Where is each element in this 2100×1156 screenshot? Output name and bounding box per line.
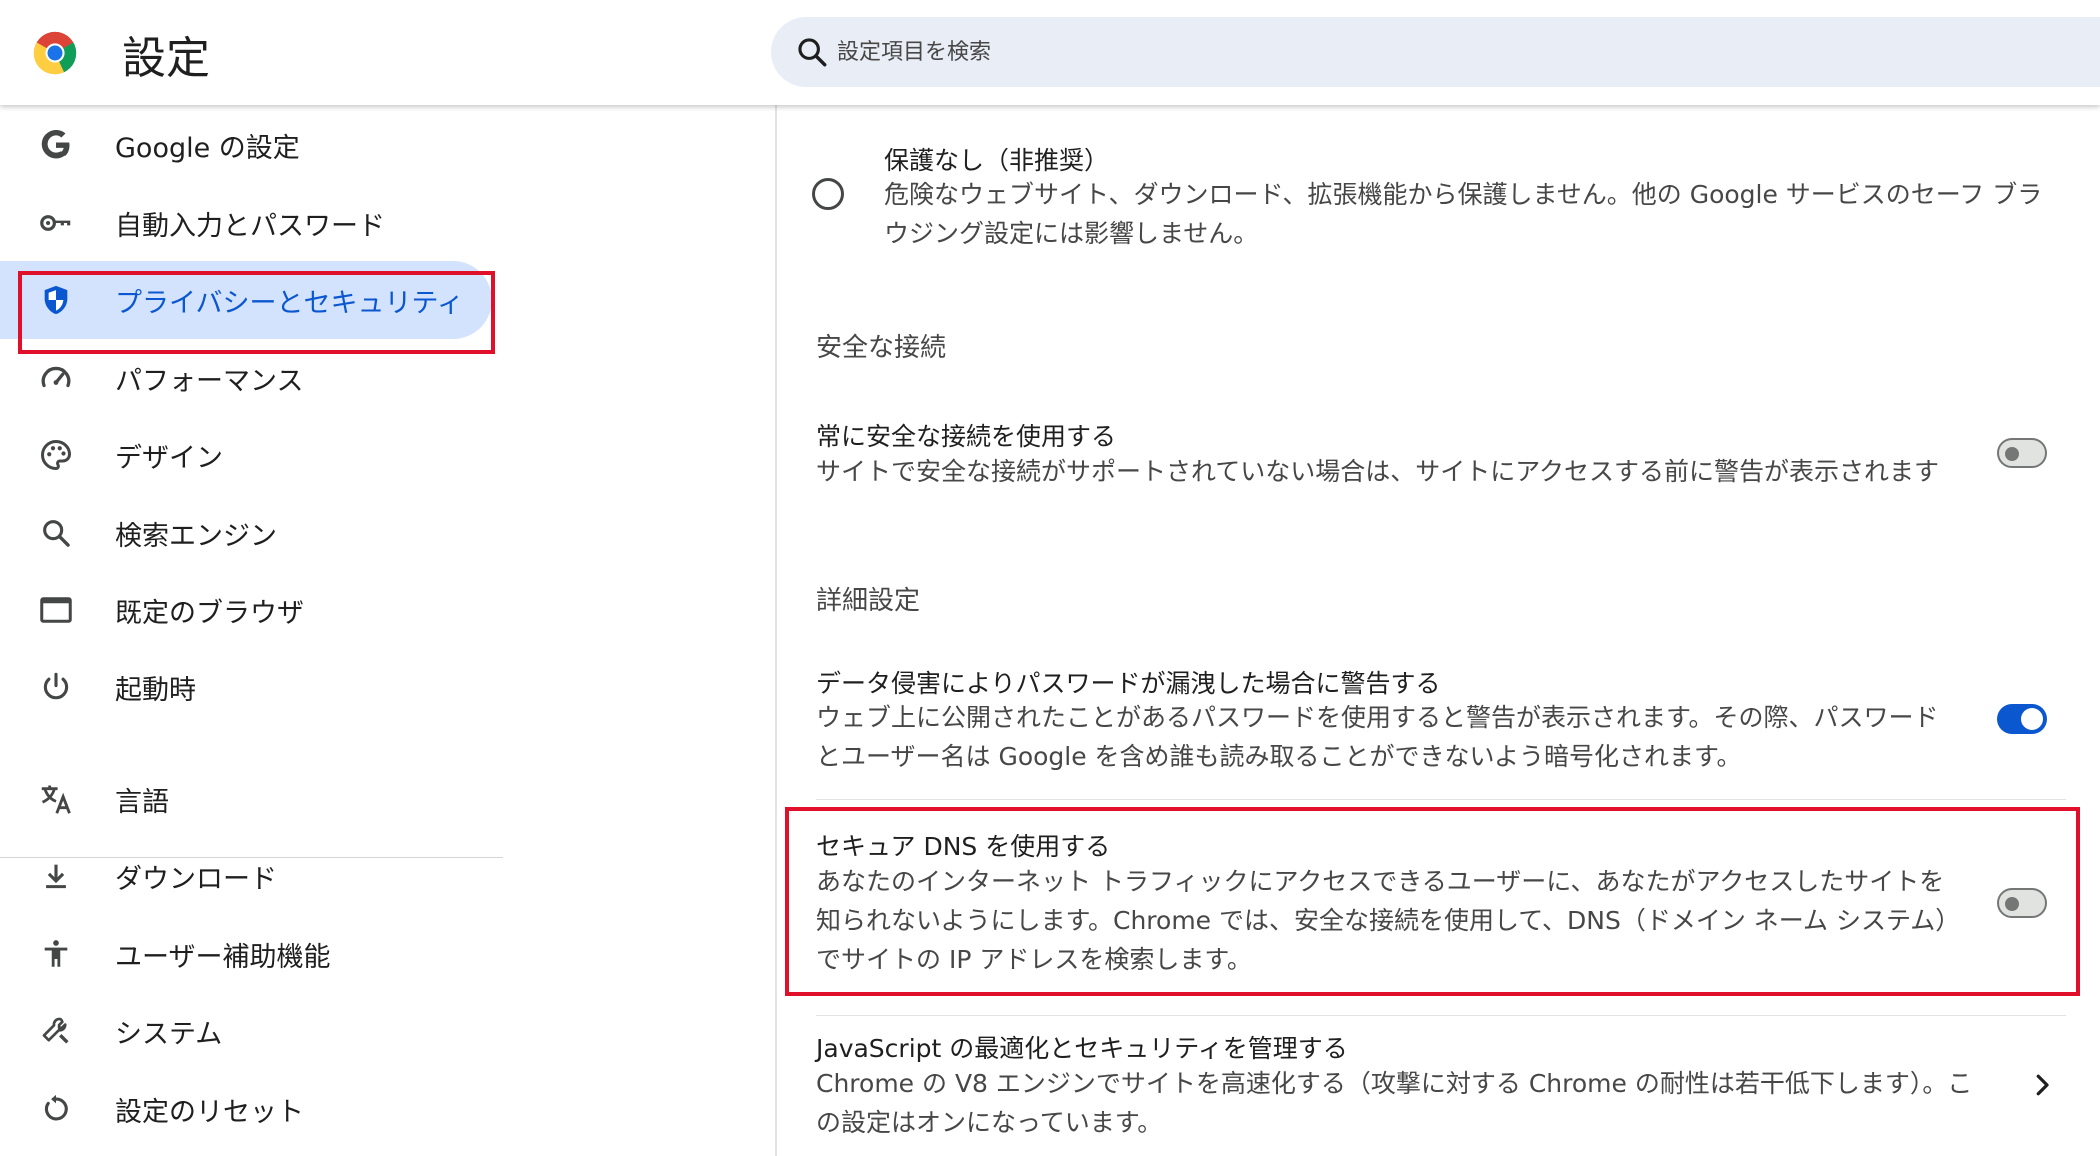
sidebar-item-label: Google の設定	[115, 132, 300, 164]
shield-icon	[36, 280, 76, 320]
sidebar-item-label: 既定のブラウザ	[115, 597, 304, 629]
password-leak-toggle[interactable]	[1997, 704, 2047, 734]
sidebar-item-design[interactable]: デザイン	[0, 416, 503, 494]
chevron-right-icon[interactable]	[2027, 1070, 2057, 1100]
secure-dns-desc-line2: 知られないようにします。Chrome では、安全な接続を使用して、DNS（ドメイ…	[816, 906, 1961, 935]
main-panel: 保護なし（非推奨） 危険なウェブサイト、ダウンロード、拡張機能から保護しません。…	[775, 105, 2100, 1156]
sidebar-item-downloads[interactable]: ダウンロード	[0, 837, 503, 915]
sidebar-item-label: 起動時	[115, 674, 196, 706]
browser-window-icon	[36, 590, 76, 630]
search-icon	[798, 38, 827, 67]
wrench-icon	[36, 1011, 76, 1051]
no-protection-desc-line2: ウジング設定には影響しません。	[884, 219, 1259, 248]
sidebar-item-label: ダウンロード	[115, 863, 277, 895]
section-heading-advanced: 詳細設定	[816, 586, 921, 616]
page-title: 設定	[122, 33, 210, 84]
always-secure-title: 常に安全な接続を使用する	[816, 422, 1117, 451]
password-leak-desc-line2: とユーザー名は Google を含め誰も読み取ることができないよう暗号化されます…	[816, 742, 1742, 771]
accessibility-icon	[36, 934, 76, 974]
sidebar-item-label: 言語	[115, 786, 169, 818]
secure-dns-desc-line1: あなたのインターネット トラフィックにアクセスできるユーザーに、あなたがアクセス…	[816, 867, 1945, 896]
speedometer-icon	[36, 358, 76, 398]
toggle-knob	[2005, 447, 2019, 461]
sidebar-item-label: ユーザー補助機能	[115, 941, 331, 973]
key-icon	[36, 203, 76, 243]
no-protection-title: 保護なし（非推奨）	[884, 146, 1110, 175]
divider	[816, 799, 2066, 800]
sidebar-item-reset[interactable]: 設定のリセット	[0, 1070, 503, 1148]
sidebar-item-label: システム	[115, 1018, 223, 1050]
sidebar-item-system[interactable]: システム	[0, 992, 503, 1070]
sidebar-item-accessibility[interactable]: ユーザー補助機能	[0, 915, 503, 993]
search-input[interactable]	[837, 31, 1737, 73]
sidebar-item-label: プライバシーとセキュリティ	[115, 287, 464, 319]
sidebar-item-label: 検索エンジン	[115, 520, 277, 552]
google-g-icon	[36, 125, 76, 165]
sidebar-item-performance[interactable]: パフォーマンス	[0, 339, 503, 417]
palette-icon	[36, 435, 76, 475]
sidebar-item-languages[interactable]: 言語	[0, 760, 503, 838]
sidebar: Google の設定 自動入力とパスワード プライバシーとセキュリティ パフォー…	[0, 105, 503, 1156]
sidebar-item-on-startup[interactable]: 起動時	[0, 648, 503, 726]
toggle-knob	[2005, 897, 2019, 911]
secure-dns-toggle[interactable]	[1997, 888, 2047, 918]
search-icon	[36, 513, 76, 553]
translate-icon	[36, 779, 76, 819]
always-secure-desc: サイトで安全な接続がサポートされていない場合は、サイトにアクセスする前に警告が表…	[816, 457, 1940, 486]
always-secure-toggle[interactable]	[1997, 438, 2047, 468]
sidebar-item-default-browser[interactable]: 既定のブラウザ	[0, 571, 503, 649]
javascript-desc-line1: Chrome の V8 エンジンでサイトを高速化する（攻撃に対する Chrome…	[816, 1069, 1973, 1098]
sidebar-item-autofill[interactable]: 自動入力とパスワード	[0, 184, 503, 262]
sidebar-item-privacy-security[interactable]: プライバシーとセキュリティ	[0, 261, 492, 339]
reset-icon	[36, 1089, 76, 1129]
search-bar[interactable]	[771, 17, 2100, 87]
section-heading-secure-connections: 安全な接続	[816, 333, 947, 363]
password-leak-title: データ侵害によりパスワードが漏洩した場合に警告する	[816, 669, 1441, 698]
password-leak-desc-line1: ウェブ上に公開されたことがあるパスワードを使用すると警告が表示されます。その際、…	[816, 703, 1939, 732]
sidebar-item-google[interactable]: Google の設定	[0, 106, 503, 184]
power-icon	[36, 667, 76, 707]
secure-dns-title: セキュア DNS を使用する	[816, 832, 1111, 861]
no-protection-desc-line1: 危険なウェブサイト、ダウンロード、拡張機能から保護しません。他の Google …	[884, 180, 2043, 209]
sidebar-item-label: パフォーマンス	[115, 365, 304, 397]
sidebar-item-search-engine[interactable]: 検索エンジン	[0, 494, 503, 572]
download-icon	[36, 856, 76, 896]
sidebar-item-label: 自動入力とパスワード	[115, 210, 385, 242]
javascript-desc-line2: の設定はオンになっています。	[816, 1108, 1163, 1137]
divider	[816, 1015, 2066, 1016]
secure-dns-desc-line3: でサイトの IP アドレスを検索します。	[816, 945, 1252, 974]
toggle-knob	[2021, 708, 2043, 730]
chrome-logo-icon	[33, 31, 77, 75]
javascript-title: JavaScript の最適化とセキュリティを管理する	[816, 1034, 1348, 1063]
sidebar-item-label: デザイン	[115, 442, 223, 474]
sidebar-item-label: 設定のリセット	[115, 1096, 304, 1128]
top-bar: 設定	[0, 0, 2100, 105]
radio-no-protection[interactable]	[812, 178, 844, 210]
